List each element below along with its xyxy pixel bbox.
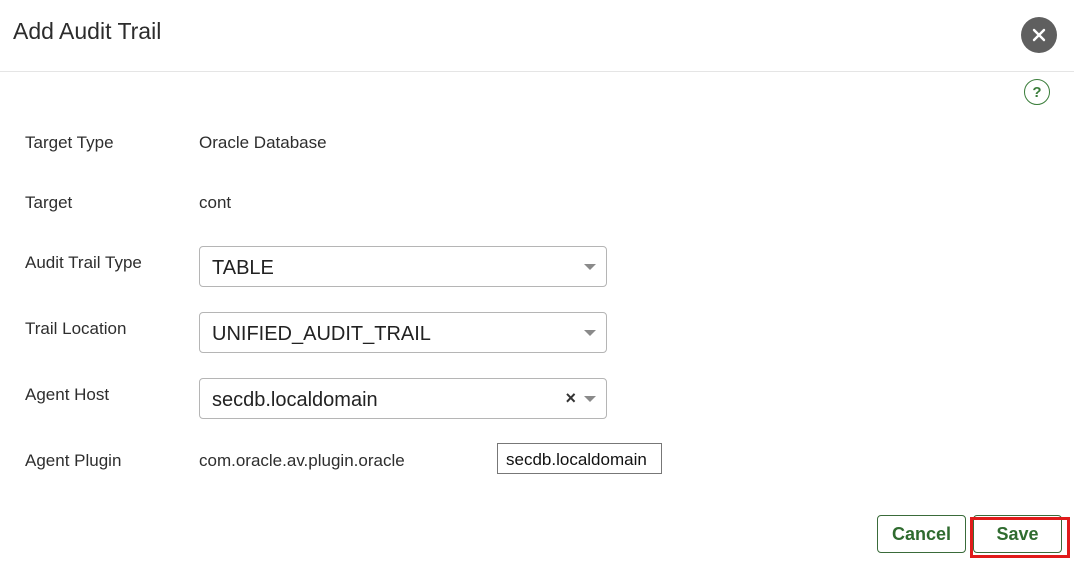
close-icon	[1032, 28, 1046, 42]
audit-trail-type-label: Audit Trail Type	[25, 253, 142, 272]
save-button[interactable]: Save	[973, 515, 1062, 553]
close-button[interactable]	[1021, 17, 1057, 53]
audit-trail-type-selected: TABLE	[212, 257, 274, 279]
agent-host-tooltip: secdb.localdomain	[497, 443, 662, 474]
agent-host-select[interactable]: secdb.localdomain ×	[199, 378, 607, 419]
target-type-label: Target Type	[25, 133, 114, 152]
chevron-down-icon[interactable]	[584, 264, 596, 270]
agent-host-selected: secdb.localdomain	[212, 389, 378, 411]
target-value: cont	[199, 193, 232, 212]
help-button[interactable]: ?	[1024, 79, 1050, 105]
trail-location-label: Trail Location	[25, 319, 127, 338]
audit-trail-type-select[interactable]: TABLE	[199, 246, 607, 287]
cancel-button[interactable]: Cancel	[877, 515, 966, 553]
agent-plugin-label: Agent Plugin	[25, 451, 122, 470]
help-icon: ?	[1032, 83, 1042, 101]
dialog-title: Add Audit Trail	[13, 18, 162, 44]
header-divider	[0, 71, 1074, 72]
chevron-down-icon[interactable]	[584, 396, 596, 402]
chevron-down-icon[interactable]	[584, 330, 596, 336]
target-type-value: Oracle Database	[199, 133, 327, 152]
agent-host-label: Agent Host	[25, 385, 110, 404]
trail-location-selected: UNIFIED_AUDIT_TRAIL	[212, 323, 431, 345]
trail-location-select[interactable]: UNIFIED_AUDIT_TRAIL	[199, 312, 607, 353]
clear-icon[interactable]: ×	[565, 388, 576, 409]
target-label: Target	[25, 193, 73, 212]
agent-plugin-value: com.oracle.av.plugin.oracle	[199, 451, 405, 470]
